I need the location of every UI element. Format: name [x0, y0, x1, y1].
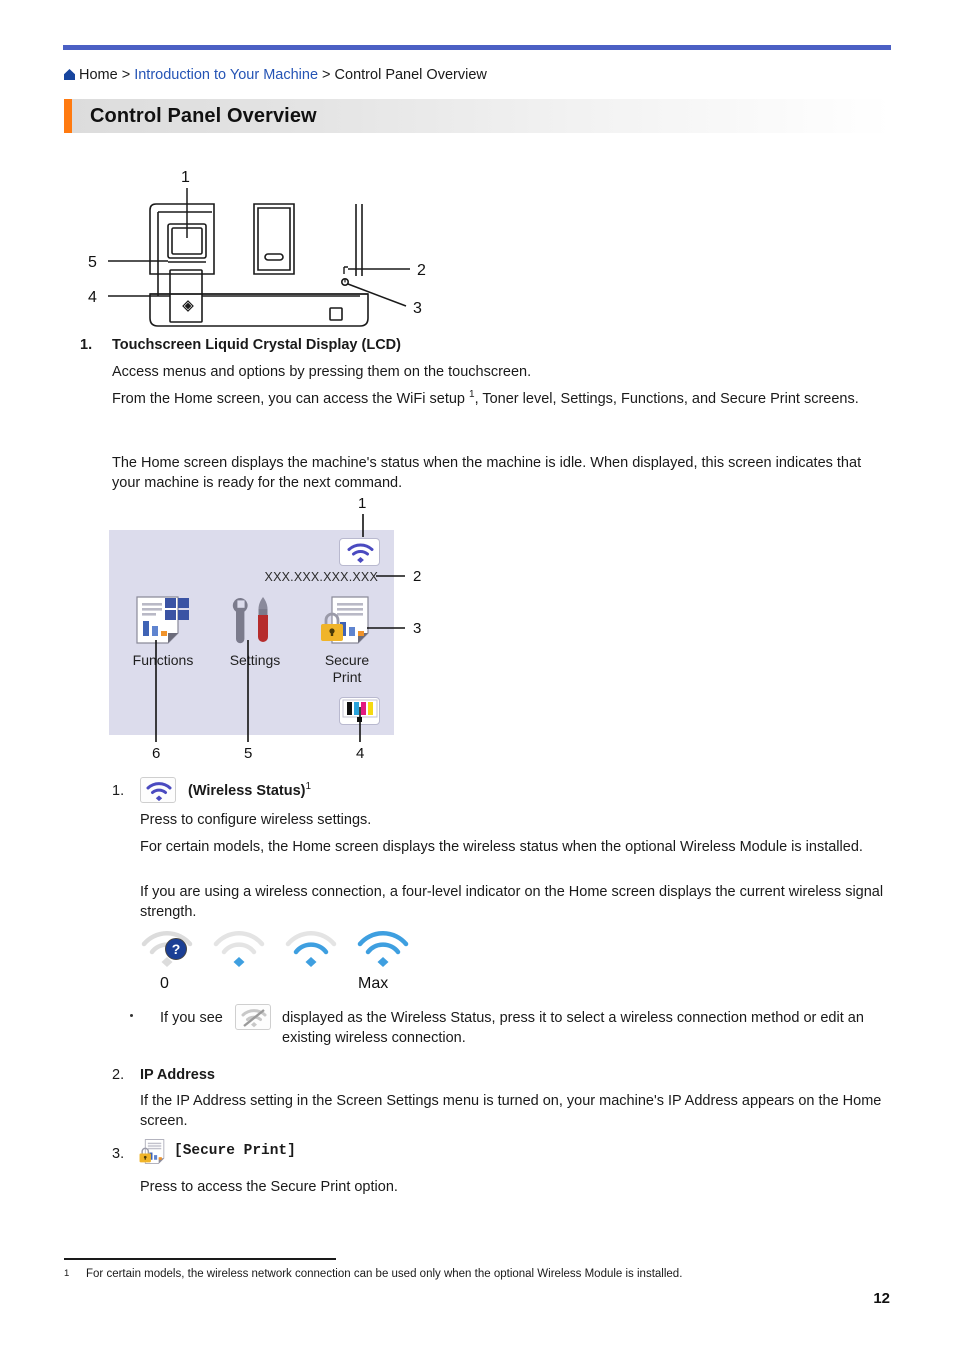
item-1-number: 1.	[80, 337, 93, 353]
detail-2-paragraph-1: If the IP Address setting in the Screen …	[140, 1093, 882, 1129]
footnote-ref-2: 1	[305, 781, 312, 793]
lcd-home-screen-figure: XXX.XXX.XXX.XXX Functions Settings Secur…	[109, 495, 421, 762]
detail-1-label: (Wireless Status)1	[188, 781, 312, 799]
toner-level-icon	[342, 699, 378, 722]
home-icon	[64, 69, 75, 80]
detail-1-paragraph-1: Press to configure wireless settings.	[140, 812, 372, 828]
lcd-screen: XXX.XXX.XXX.XXX Functions Settings Secur…	[109, 530, 394, 735]
lcd-tile-secure-print[interactable]: Secure Print	[301, 592, 393, 686]
top-rule	[63, 45, 891, 50]
title-accent-bar	[64, 99, 72, 133]
wireless-signal-strength-scale: ? 0 Max	[140, 928, 430, 1000]
machine-diagram: 1 5 4 2 3	[72, 166, 492, 336]
detail-1-number: 1.	[112, 783, 125, 799]
wifi-icon	[347, 543, 374, 563]
detail-3-label: [Secure Print]	[174, 1143, 296, 1159]
wireless-disabled-icon[interactable]	[235, 1004, 271, 1030]
detail-3-number: 3.	[112, 1146, 125, 1162]
lcd-callout-3: 3	[413, 620, 421, 637]
detail-2-label: IP Address	[140, 1067, 215, 1083]
svg-text:?: ?	[172, 941, 181, 957]
machine-callout-5: 5	[88, 254, 97, 271]
breadcrumb-home[interactable]: Home	[79, 67, 118, 83]
page-title-bar: Control Panel Overview	[64, 99, 892, 133]
lcd-toner-level-button[interactable]	[339, 697, 380, 725]
footnote-marker: 1	[64, 1268, 70, 1279]
item-1-paragraph-2: From the Home screen, you can access the…	[112, 389, 890, 409]
page-title: Control Panel Overview	[90, 105, 317, 127]
lcd-callout-5: 5	[244, 745, 252, 762]
lcd-tile-secure-print-label: Secure Print	[324, 652, 370, 685]
detail-1-paragraph-3: If you are using a wireless connection, …	[140, 884, 884, 920]
functions-icon	[117, 592, 209, 650]
item-1-paragraph-2-after: , Toner level, Settings, Functions, and …	[474, 391, 859, 407]
page-number: 12	[873, 1290, 890, 1307]
machine-callout-2: 2	[417, 262, 426, 279]
machine-callout-3: 3	[413, 300, 422, 317]
item-1-paragraph-1: Access menus and options by pressing the…	[112, 364, 532, 380]
breadcrumb-current: Control Panel Overview	[334, 67, 487, 83]
breadcrumb-separator-2: >	[318, 67, 335, 83]
signal-level-2-icon	[284, 928, 338, 977]
detail-3-paragraph-1: Press to access the Secure Print option.	[140, 1179, 398, 1195]
lcd-tile-functions[interactable]: Functions	[117, 592, 209, 669]
signal-level-3-icon	[356, 928, 410, 977]
detail-1-paragraph-2: For certain models, the Home screen disp…	[140, 839, 863, 855]
lcd-ip-address: XXX.XXX.XXX.XXX	[264, 570, 378, 584]
item-1-paragraph-3: The Home screen displays the machine's s…	[112, 455, 862, 491]
wireless-status-icon[interactable]	[140, 777, 176, 803]
item-1-label: Touchscreen Liquid Crystal Display (LCD)	[112, 337, 401, 353]
document-page: Home > Introduction to Your Machine > Co…	[0, 0, 954, 1350]
secure-print-icon	[301, 592, 393, 650]
bullet-dot	[130, 1014, 133, 1017]
lcd-tile-functions-label: Functions	[132, 652, 194, 668]
item-1-paragraph-2-before: From the Home screen, you can access the…	[112, 391, 469, 407]
signal-level-1-icon	[212, 928, 266, 977]
lcd-wireless-status-button[interactable]	[339, 538, 380, 566]
detail-2-number: 2.	[112, 1067, 125, 1083]
signal-max-label: Max	[358, 975, 389, 992]
breadcrumb-separator-1: >	[117, 67, 135, 83]
signal-level-0-icon: ?	[140, 928, 194, 977]
footnote-rule	[64, 1258, 336, 1260]
bullet-text-before: If you see	[160, 1010, 223, 1026]
footnote: 1 For certain models, the wireless networ…	[64, 1266, 894, 1282]
breadcrumb: Home > Introduction to Your Machine > Co…	[64, 65, 894, 85]
lcd-callout-2: 2	[413, 568, 421, 585]
signal-min-label: 0	[160, 975, 169, 992]
breadcrumb-link-introduction[interactable]: Introduction to Your Machine	[134, 67, 318, 83]
lcd-callout-4: 4	[356, 745, 364, 762]
machine-callout-4: 4	[88, 289, 97, 306]
lcd-callout-6: 6	[152, 745, 160, 762]
lcd-tile-settings[interactable]: Settings	[209, 592, 301, 669]
secure-print-icon[interactable]	[138, 1137, 168, 1172]
settings-tools-icon	[209, 592, 301, 650]
machine-callout-1: 1	[181, 169, 190, 186]
bullet-text-after: displayed as the Wireless Status, press …	[282, 1010, 864, 1046]
lcd-tile-settings-label: Settings	[229, 652, 281, 668]
footnote-text: For certain models, the wireless network…	[86, 1268, 683, 1280]
lcd-callout-1: 1	[358, 495, 366, 512]
